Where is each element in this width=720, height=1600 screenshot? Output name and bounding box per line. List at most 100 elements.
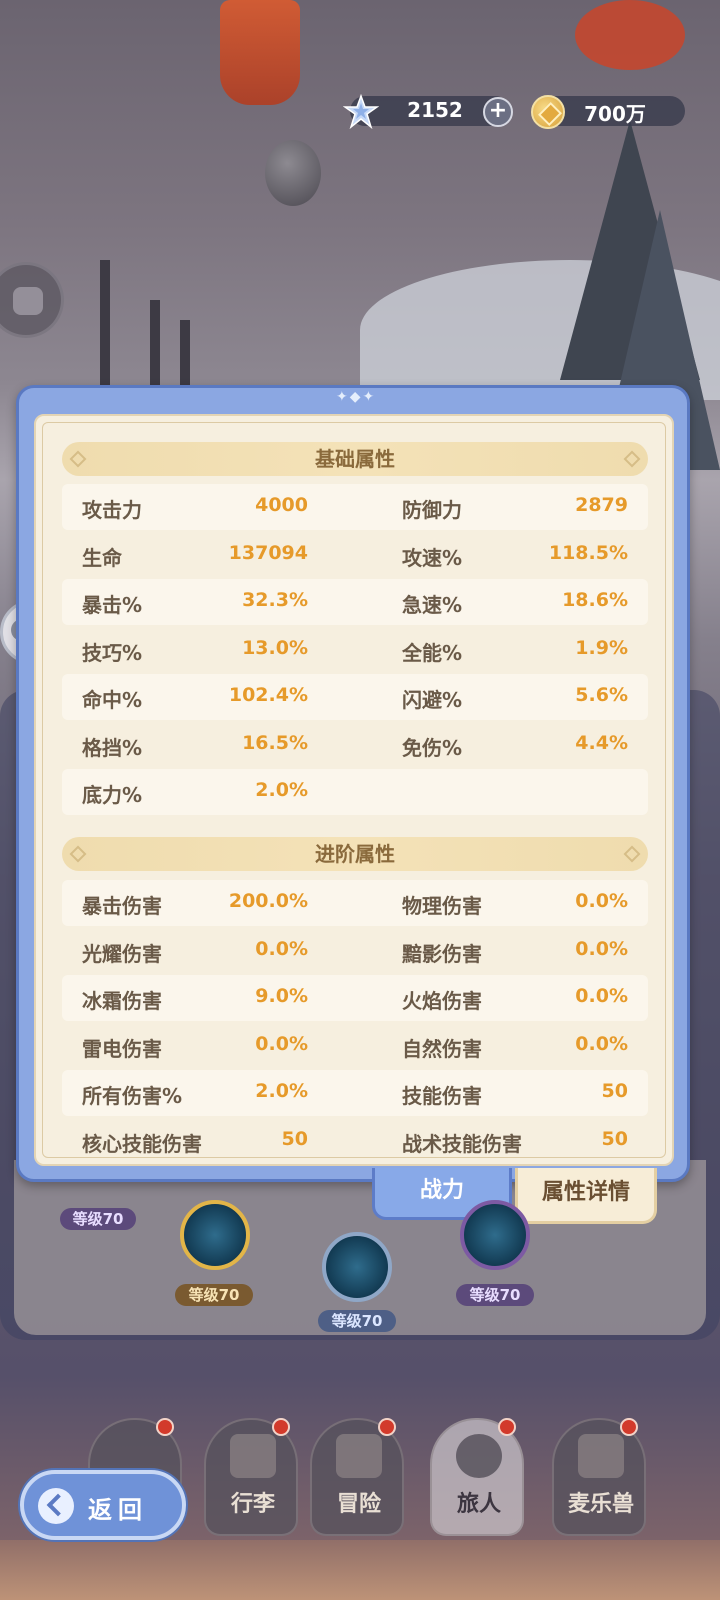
attribute-value: 32.3% [242, 589, 308, 611]
back-arrow-icon [38, 1488, 74, 1524]
attribute-label: 光耀伤害 [82, 942, 162, 966]
nav-label: 行李 [230, 1492, 275, 1517]
gem-amount: 2152 [407, 98, 463, 122]
attribute-label: 急速% [402, 593, 463, 617]
robot-menu-icon[interactable] [0, 262, 64, 338]
attribute-row: 光耀伤害 0.0% 黯影伤害 0.0% [62, 928, 648, 974]
attribute-value: 0.0% [575, 1033, 628, 1055]
back-label: 返回 [88, 1496, 148, 1524]
attribute-value: 50 [601, 1080, 628, 1102]
attribute-row: 冰霜伤害 9.0% 火焰伤害 0.0% [62, 975, 648, 1021]
attribute-row: 暴击伤害 200.0% 物理伤害 0.0% [62, 880, 648, 926]
attribute-value: 4.4% [575, 732, 628, 754]
attribute-label: 冰霜伤害 [82, 989, 162, 1013]
level-badge: 等级70 [60, 1208, 136, 1230]
flying-creature [575, 0, 685, 70]
attribute-value: 0.0% [255, 1033, 308, 1055]
attribute-label: 防御力 [402, 498, 462, 522]
nav-item-adventure[interactable]: 冒险 [310, 1418, 404, 1536]
notification-dot [156, 1418, 174, 1436]
attribute-value: 50 [281, 1128, 308, 1150]
attribute-label: 全能% [402, 641, 463, 665]
attribute-value: 2.0% [255, 1080, 308, 1102]
attribute-row: 雷电伤害 0.0% 自然伤害 0.0% [62, 1023, 648, 1069]
add-gem-button[interactable]: + [483, 97, 513, 127]
level-badge: 等级70 [318, 1310, 396, 1332]
diamond-icon [623, 845, 641, 863]
skill-icon[interactable] [322, 1232, 392, 1302]
nav-label: 冒险 [336, 1492, 381, 1517]
attribute-label: 生命 [82, 546, 122, 570]
bag-icon [230, 1434, 276, 1478]
ornament-icon: ✦◆✦ [336, 389, 377, 405]
level-badge: 等级70 [175, 1284, 253, 1306]
nav-label: 旅人 [456, 1492, 501, 1517]
attribute-label: 暴击% [82, 593, 143, 617]
diamond-icon [69, 450, 87, 468]
attribute-value: 50 [601, 1128, 628, 1150]
attribute-label: 战术技能伤害 [402, 1132, 522, 1156]
attribute-value: 0.0% [575, 890, 628, 912]
notification-dot [620, 1418, 638, 1436]
nav-label: 麦乐兽 [567, 1492, 634, 1517]
attributes-panel[interactable]: 基础属性 攻击力 4000 防御力 2879 生命 137094 攻速% 118… [34, 414, 674, 1166]
notification-dot [498, 1418, 516, 1436]
attribute-value: 5.6% [575, 684, 628, 706]
attribute-label: 格挡% [82, 736, 143, 760]
ground-strip [0, 1540, 720, 1600]
attribute-row: 格挡% 16.5% 免伤% 4.4% [62, 722, 648, 768]
attribute-label: 所有伤害% [82, 1084, 183, 1108]
attribute-value: 9.0% [255, 985, 308, 1007]
attribute-label: 核心技能伤害 [82, 1132, 202, 1156]
skill-icon[interactable] [460, 1200, 530, 1270]
attribute-value: 13.0% [242, 637, 308, 659]
back-button[interactable]: 返回 [20, 1470, 186, 1540]
attribute-value: 118.5% [548, 542, 628, 564]
attribute-label: 技能伤害 [402, 1084, 482, 1108]
diamond-icon [623, 450, 641, 468]
attribute-label: 命中% [82, 688, 143, 712]
attribute-row: 技巧% 13.0% 全能% 1.9% [62, 627, 648, 673]
section-title: 进阶属性 [315, 842, 395, 866]
nav-item-pet[interactable]: 麦乐兽 [552, 1418, 646, 1536]
tab-attribute-details[interactable]: 属性详情 [515, 1168, 657, 1224]
player-character [220, 0, 300, 105]
traveler-icon [456, 1434, 502, 1478]
attribute-label: 攻击力 [82, 498, 142, 522]
coin-amount: 700万 [584, 102, 646, 126]
attribute-label: 黯影伤害 [402, 942, 482, 966]
swords-icon [336, 1434, 382, 1478]
attribute-value: 2.0% [255, 779, 308, 801]
attribute-row: 命中% 102.4% 闪避% 5.6% [62, 674, 648, 720]
nav-item-traveler[interactable]: 旅人 [430, 1418, 524, 1536]
attribute-row: 攻击力 4000 防御力 2879 [62, 484, 648, 530]
attribute-row: 暴击% 32.3% 急速% 18.6% [62, 579, 648, 625]
attribute-value: 2879 [575, 494, 628, 516]
attribute-label: 物理伤害 [402, 894, 482, 918]
star-gem-icon [343, 94, 379, 130]
attribute-value: 137094 [228, 542, 308, 564]
basic-attributes-header: 基础属性 [62, 442, 648, 476]
diamond-icon [69, 845, 87, 863]
attribute-value: 4000 [255, 494, 308, 516]
nav-item-bag[interactable]: 行李 [204, 1418, 298, 1536]
attribute-label: 底力% [82, 783, 143, 807]
attribute-value: 0.0% [575, 938, 628, 960]
skill-icon[interactable] [180, 1200, 250, 1270]
attribute-value: 200.0% [228, 890, 308, 912]
attribute-label: 闪避% [402, 688, 463, 712]
notification-dot [378, 1418, 396, 1436]
attribute-label: 火焰伤害 [402, 989, 482, 1013]
gold-coin-icon [531, 95, 565, 129]
attribute-label: 自然伤害 [402, 1037, 482, 1061]
attribute-value: 16.5% [242, 732, 308, 754]
attribute-value: 102.4% [228, 684, 308, 706]
attribute-label: 免伤% [402, 736, 463, 760]
attribute-value: 18.6% [562, 589, 628, 611]
attribute-label: 攻速% [402, 546, 463, 570]
advanced-attributes-header: 进阶属性 [62, 837, 648, 871]
attribute-row: 生命 137094 攻速% 118.5% [62, 532, 648, 578]
attribute-label: 暴击伤害 [82, 894, 162, 918]
section-title: 基础属性 [315, 447, 395, 471]
attribute-value: 1.9% [575, 637, 628, 659]
